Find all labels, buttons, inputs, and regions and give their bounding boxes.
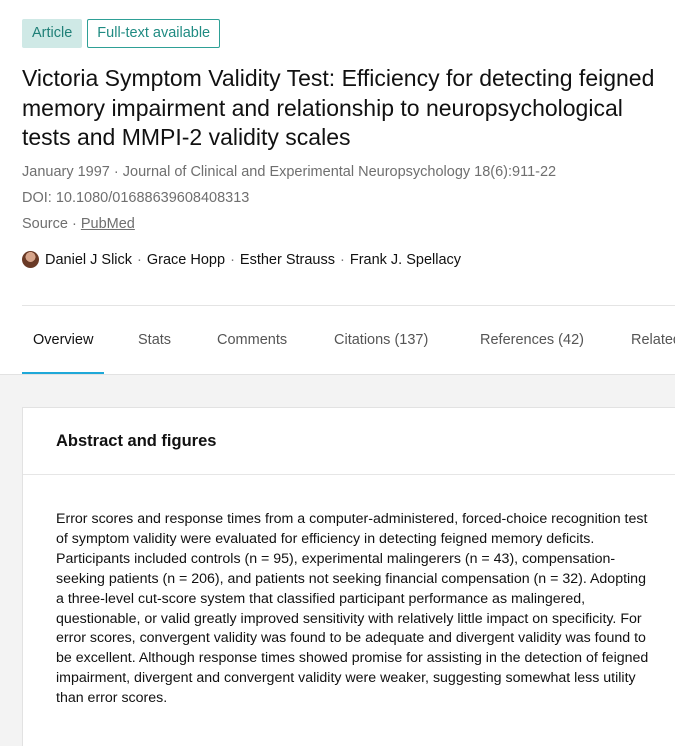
tab-stats[interactable]: Stats <box>127 306 182 374</box>
tab-citations[interactable]: Citations (137) <box>323 306 439 374</box>
full-text-badge[interactable]: Full-text available <box>87 19 221 48</box>
author-avatar[interactable] <box>22 251 39 268</box>
tab-bar: Overview Stats Comments Citations (137) … <box>22 306 675 374</box>
source-link-pubmed[interactable]: PubMed <box>81 216 135 232</box>
tab-overview[interactable]: Overview <box>22 306 105 374</box>
article-type-badge: Article <box>22 19 83 48</box>
abstract-text: Error scores and response times from a c… <box>56 511 649 707</box>
author-separator: · <box>230 251 235 268</box>
publication-header: Article Full-text available Victoria Sym… <box>0 0 675 374</box>
tab-comments[interactable]: Comments <box>206 306 298 374</box>
badge-group: Article Full-text available <box>22 19 221 48</box>
publication-source: Source · PubMed <box>22 214 135 234</box>
card-divider <box>23 474 675 475</box>
author-link[interactable]: Frank J. Spellacy <box>350 252 461 268</box>
abstract-card: Abstract and figures Error scores and re… <box>22 407 675 746</box>
author-link[interactable]: Daniel J Slick <box>45 252 132 268</box>
publication-title: Victoria Symptom Validity Test: Efficien… <box>22 65 655 150</box>
author-separator: · <box>137 251 142 268</box>
author-link[interactable]: Grace Hopp <box>147 252 225 268</box>
abstract-card-title: Abstract and figures <box>56 432 217 450</box>
author-separator: · <box>340 251 345 268</box>
source-prefix: Source · <box>22 216 81 232</box>
tab-references[interactable]: References (42) <box>469 306 595 374</box>
publication-doi: DOI: 10.1080/01688639608408313 <box>22 190 250 206</box>
publication-date-journal: January 1997 · Journal of Clinical and E… <box>22 164 557 180</box>
author-link[interactable]: Esther Strauss <box>240 252 335 268</box>
author-list: Daniel J Slick · Grace Hopp · Esther Str… <box>22 251 461 268</box>
tab-related-research[interactable]: Related research <box>620 306 675 374</box>
